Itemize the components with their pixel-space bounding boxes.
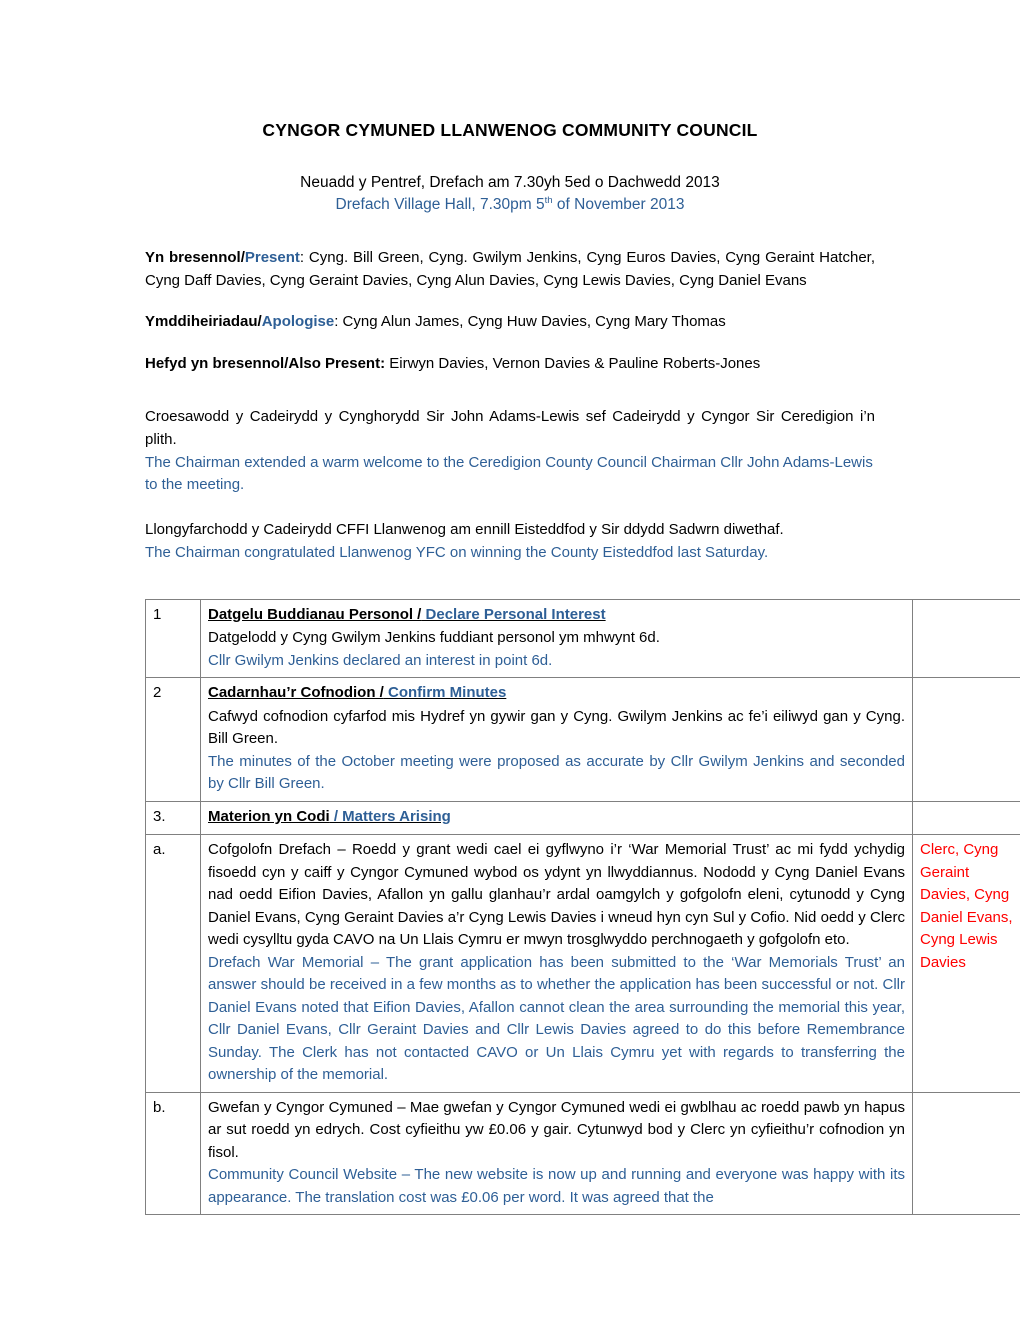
- table-row: a. Cofgolofn Drefach – Roedd y grant wed…: [145, 834, 1020, 1093]
- row-text-welsh: Cafwyd cofnodion cyfarfod mis Hydref yn …: [208, 707, 905, 748]
- section-heading-welsh: Cadarnhau’r Cofnodion /: [208, 684, 384, 702]
- section-heading-english: Declare Personal Interest: [421, 605, 606, 623]
- section-heading: Materion yn Codi / Matters Arising: [208, 806, 905, 829]
- row-text-english: The minutes of the October meeting were …: [208, 752, 905, 793]
- minutes-table-body: 1 Datgelu Buddianau Personol / Declare P…: [145, 598, 1020, 1216]
- row-text-welsh: Datgelodd y Cyng Gwilym Jenkins fuddiant…: [208, 629, 660, 647]
- meeting-details-welsh: Neuadd y Pentref, Drefach am 7.30yh 5ed …: [300, 173, 720, 191]
- table-row: 2 Cadarnhau’r Cofnodion / Confirm Minute…: [145, 677, 1020, 802]
- apologies-label-welsh: Ymddiheiriadau/: [145, 313, 262, 331]
- row-body: Cadarnhau’r Cofnodion / Confirm Minutes …: [200, 677, 913, 802]
- table-row: b. Gwefan y Cyngor Cymuned – Mae gwefan …: [145, 1091, 1020, 1216]
- welcome-english: The Chairman extended a warm welcome to …: [145, 453, 873, 494]
- document-content: CYNGOR CYMUNED LLANWENOG COMMUNITY COUNC…: [145, 0, 1020, 1216]
- row-number: 2: [145, 677, 201, 802]
- page-title: CYNGOR CYMUNED LLANWENOG COMMUNITY COUNC…: [262, 120, 758, 140]
- row-action: Clerc, Cyng Geraint Davies, Cyng Daniel …: [912, 834, 1020, 1093]
- action-text: Clerc, Cyng Geraint Davies, Cyng Daniel …: [920, 841, 1013, 971]
- row-action: [912, 800, 1020, 836]
- section-heading: Cadarnhau’r Cofnodion / Confirm Minutes: [208, 682, 905, 705]
- row-number: a.: [145, 834, 201, 1093]
- document-page: CYNGOR CYMUNED LLANWENOG COMMUNITY COUNC…: [0, 0, 1020, 1320]
- attendance-block: Yn bresennol/Present: Cyng. Bill Green, …: [145, 247, 875, 376]
- apologies-names: : Cyng Alun James, Cyng Huw Davies, Cyng…: [334, 313, 726, 331]
- row-body: Materion yn Codi / Matters Arising: [200, 800, 913, 836]
- row-action: [912, 598, 1020, 679]
- congratulations-english: The Chairman congratulated Llanwenog YFC…: [145, 543, 769, 561]
- narrative-block: Croesawodd y Cadeirydd y Cynghorydd Sir …: [145, 406, 875, 565]
- section-heading-english: Confirm Minutes: [383, 684, 507, 702]
- attendance-also-present: Hefyd yn bresennol/Also Present: Eirwyn …: [145, 353, 875, 376]
- row-action: [912, 677, 1020, 802]
- ordinal-suffix: th: [544, 195, 553, 207]
- meeting-details-english: Drefach Village Hall, 7.30pm 5th of Nove…: [145, 194, 875, 216]
- section-heading-english: / Matters Arising: [329, 807, 451, 825]
- table-row: 1 Datgelu Buddianau Personol / Declare P…: [145, 598, 1020, 679]
- row-text-english: Community Council Website – The new webs…: [208, 1166, 905, 1206]
- row-number: b.: [145, 1091, 201, 1216]
- row-number: 3.: [145, 800, 201, 836]
- apologies-label-english: Apologise: [261, 313, 335, 331]
- row-body: Gwefan y Cyngor Cymuned – Mae gwefan y C…: [200, 1091, 913, 1216]
- meeting-details-english-after: of November 2013: [552, 196, 685, 214]
- row-number: 1: [145, 598, 201, 679]
- row-text-welsh: Gwefan y Cyngor Cymuned – Mae gwefan y C…: [208, 1098, 905, 1161]
- attendance-present: Yn bresennol/Present: Cyng. Bill Green, …: [145, 247, 875, 293]
- present-label-english: Present: [244, 248, 300, 266]
- congratulations-welsh: Llongyfarchodd y Cadeirydd CFFI Llanweno…: [145, 521, 784, 539]
- table-row: 3. Materion yn Codi / Matters Arising: [145, 800, 1020, 836]
- attendance-apologies: Ymddiheiriadau/Apologise: Cyng Alun Jame…: [145, 311, 875, 334]
- meeting-details-english-before: Drefach Village Hall, 7.30pm 5: [335, 196, 545, 214]
- welcome-paragraph: Croesawodd y Cadeirydd y Cynghorydd Sir …: [145, 406, 875, 497]
- also-present-names: Eirwyn Davies, Vernon Davies & Pauline R…: [385, 355, 761, 373]
- row-text-welsh: Cofgolofn Drefach – Roedd y grant wedi c…: [208, 841, 905, 949]
- meeting-details: Neuadd y Pentref, Drefach am 7.30yh 5ed …: [145, 172, 875, 217]
- row-text-english: Cllr Gwilym Jenkins declared an interest…: [208, 651, 553, 669]
- section-heading-welsh: Datgelu Buddianau Personol /: [208, 605, 422, 623]
- row-body: Cofgolofn Drefach – Roedd y grant wedi c…: [200, 834, 913, 1093]
- section-heading-welsh: Materion yn Codi: [208, 807, 330, 825]
- present-label-welsh: Yn bresennol/: [145, 248, 245, 266]
- section-heading: Datgelu Buddianau Personol / Declare Per…: [208, 604, 905, 627]
- minutes-table: 1 Datgelu Buddianau Personol / Declare P…: [145, 598, 1020, 1216]
- row-text-english: Drefach War Memorial – The grant applica…: [208, 953, 905, 1084]
- welcome-welsh: Croesawodd y Cadeirydd y Cynghorydd Sir …: [145, 408, 875, 448]
- also-present-label: Hefyd yn bresennol/Also Present:: [145, 355, 386, 373]
- row-body: Datgelu Buddianau Personol / Declare Per…: [200, 598, 913, 679]
- congratulations-paragraph: Llongyfarchodd y Cadeirydd CFFI Llanweno…: [145, 519, 875, 565]
- row-action: [912, 1091, 1020, 1216]
